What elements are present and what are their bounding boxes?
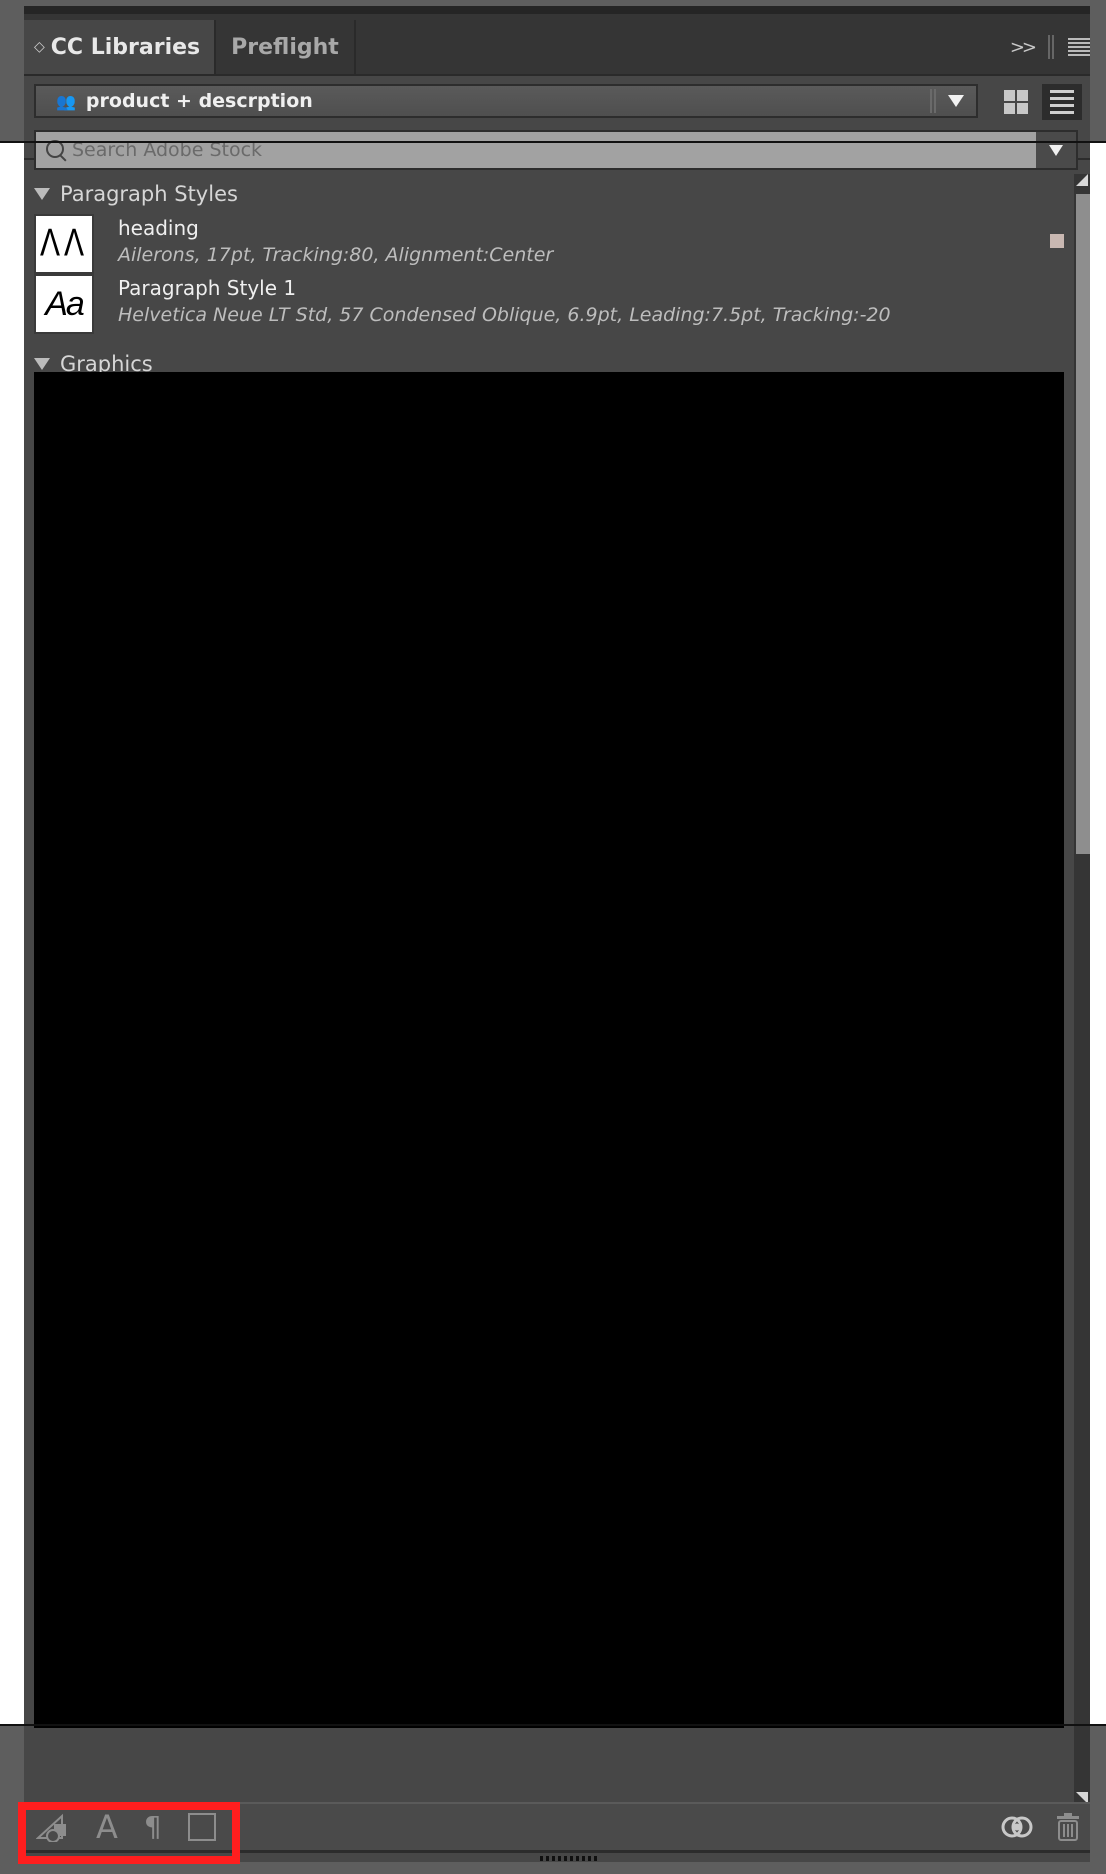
library-select[interactable]: 👥 product + descrption — [34, 84, 978, 118]
background-right — [1090, 142, 1106, 1724]
list-line — [1050, 111, 1074, 114]
tab-bar: ◇ CC Libraries Preflight >> — [24, 14, 1090, 76]
tab-cc-libraries[interactable]: ◇ CC Libraries — [24, 20, 214, 74]
thumb-glyph: ΛΛ — [39, 221, 89, 265]
paragraph-style-item[interactable]: ΛΛ heading Ailerons, 17pt, Tracking:80, … — [34, 214, 1064, 278]
search-box — [34, 130, 1078, 170]
tabbar-controls: >> — [1010, 32, 1090, 62]
cc-libraries-panel: ◇ CC Libraries Preflight >> 👥 product + … — [24, 6, 1090, 1862]
paragraph-style-item[interactable]: Aa Paragraph Style 1 Helvetica Neue LT S… — [34, 274, 1064, 338]
resize-grip[interactable] — [540, 1856, 597, 1861]
search-input[interactable] — [72, 135, 1036, 165]
search-row — [24, 126, 1090, 170]
people-icon: 👥 — [56, 91, 76, 111]
tab-label: Preflight — [231, 34, 339, 60]
scrollbar-thumb[interactable] — [1076, 194, 1090, 854]
panel-menu-icon[interactable] — [1068, 38, 1090, 56]
grid-cell — [1004, 103, 1015, 114]
double-chevron-right-icon[interactable]: >> — [1010, 37, 1037, 58]
disclosure-triangle-icon — [34, 358, 50, 370]
overlay-line — [0, 141, 1106, 143]
list-view-button[interactable] — [1042, 84, 1082, 120]
scrollbar[interactable] — [1074, 174, 1090, 1804]
tab-label: CC Libraries — [50, 34, 201, 60]
scroll-up-arrow-icon[interactable] — [1076, 174, 1088, 186]
trash-icon[interactable] — [1056, 1813, 1080, 1841]
style-description: Helvetica Neue LT Std, 57 Condensed Obli… — [118, 304, 891, 326]
style-name: heading — [118, 216, 199, 240]
chevron-down-icon — [1049, 144, 1063, 156]
grid-view-button[interactable] — [1004, 90, 1028, 114]
library-content: Paragraph Styles ΛΛ heading Ailerons, 17… — [24, 174, 1074, 1808]
grip-icon — [1048, 35, 1054, 59]
grid-cell — [1017, 103, 1028, 114]
search-dropdown-button[interactable] — [1036, 132, 1076, 168]
style-name: Paragraph Style 1 — [118, 276, 297, 300]
chevron-down-icon[interactable] — [948, 95, 964, 107]
library-name: product + descrption — [85, 90, 313, 112]
background-left — [0, 142, 24, 1724]
tab-preflight[interactable]: Preflight — [214, 20, 356, 74]
overlay-line — [0, 1724, 1106, 1726]
color-swatch — [1050, 234, 1064, 248]
style-description: Ailerons, 17pt, Tracking:80, Alignment:C… — [118, 244, 554, 266]
section-title: Paragraph Styles — [60, 182, 238, 206]
library-row: 👥 product + descrption — [24, 76, 1090, 126]
list-line — [1050, 90, 1074, 93]
section-paragraph-styles[interactable]: Paragraph Styles — [34, 182, 238, 206]
separator — [930, 89, 936, 113]
footer-right-buttons — [1000, 1804, 1080, 1850]
updown-icon: ◇ — [34, 39, 45, 55]
highlight-box — [18, 1802, 240, 1864]
creative-cloud-icon[interactable] — [1000, 1814, 1034, 1840]
thumb-glyph: Aa — [45, 284, 85, 323]
list-line — [1050, 104, 1074, 107]
graphics-preview[interactable] — [34, 372, 1064, 1728]
style-thumbnail: ΛΛ — [34, 214, 94, 274]
panel-title-strip[interactable] — [24, 6, 1090, 14]
grid-cell — [1017, 90, 1028, 101]
style-thumbnail: Aa — [34, 274, 94, 334]
grid-cell — [1004, 90, 1015, 101]
list-line — [1050, 97, 1074, 100]
disclosure-triangle-icon — [34, 188, 50, 200]
